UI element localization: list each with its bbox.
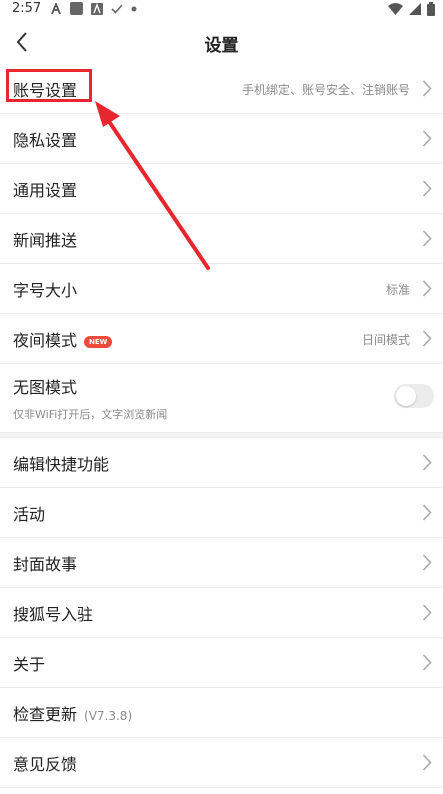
chevron-right-icon	[422, 504, 432, 521]
chevron-right-icon	[422, 554, 432, 571]
page-title: 设置	[204, 36, 239, 56]
signal-icon	[409, 3, 421, 15]
chevron-right-icon	[422, 130, 432, 147]
settings-row-label: 通用设置	[13, 181, 78, 200]
settings-row-feedback[interactable]: 意见反馈	[0, 738, 443, 788]
status-bar: 2:57	[0, 0, 443, 18]
settings-row-label: 封面故事	[13, 555, 78, 574]
chevron-right-icon	[422, 330, 432, 347]
settings-row-label: 隐私设置	[13, 131, 78, 150]
chevron-right-icon	[422, 80, 432, 97]
chevron-right-icon	[422, 454, 432, 471]
settings-row-label: 账号设置	[13, 81, 78, 100]
settings-row-night-mode[interactable]: 夜间模式 NEW 日间模式	[0, 314, 443, 364]
settings-row-label: 编辑快捷功能	[13, 455, 110, 474]
chevron-right-icon	[422, 754, 432, 771]
settings-row-news-push[interactable]: 新闻推送	[0, 214, 443, 264]
app-a-icon	[91, 2, 103, 15]
settings-row-label: 意见反馈	[13, 755, 78, 774]
chevron-right-icon	[422, 654, 432, 671]
battery-icon	[427, 2, 435, 16]
settings-row-about[interactable]: 关于	[0, 638, 443, 688]
wifi-icon	[388, 3, 403, 15]
settings-row-label: 无图模式	[13, 378, 78, 397]
settings-row-check-update[interactable]: 检查更新 (V7.3.8)	[0, 688, 443, 738]
settings-row-no-image: 无图模式 仅非WiFi打开后，文字浏览新闻	[0, 364, 443, 433]
status-icons-left	[50, 2, 137, 15]
version-text: (V7.3.8)	[84, 709, 133, 723]
settings-row-activity[interactable]: 活动	[0, 488, 443, 538]
settings-row-label: 关于	[13, 655, 46, 674]
status-icons-right	[388, 2, 435, 16]
nav-bar: 设置	[0, 22, 443, 64]
settings-row-cover-story[interactable]: 封面故事	[0, 538, 443, 588]
settings-row-hint: 日间模式	[361, 333, 410, 347]
settings-list: 账号设置 手机绑定、账号安全、注销账号 隐私设置 通用设置 新闻推送 字号大小 …	[0, 64, 443, 788]
settings-row-label: 新闻推送	[13, 231, 78, 250]
settings-row-hint: 手机绑定、账号安全、注销账号	[241, 83, 410, 97]
settings-row-general[interactable]: 通用设置	[0, 164, 443, 214]
app-square-icon	[70, 2, 83, 15]
status-time: 2:57	[12, 1, 42, 16]
settings-row-label: 检查更新 (V7.3.8)	[13, 701, 132, 725]
settings-row-label: 活动	[13, 505, 46, 524]
toggle-knob	[396, 386, 416, 406]
settings-row-privacy[interactable]: 隐私设置	[0, 114, 443, 164]
chevron-right-icon	[422, 180, 432, 197]
chevron-right-icon	[422, 604, 432, 621]
night-mode-label: 夜间模式	[13, 331, 78, 350]
settings-row-sohu-account[interactable]: 搜狐号入驻	[0, 588, 443, 638]
settings-row-hint: 标准	[385, 283, 410, 297]
check-icon	[111, 3, 123, 14]
settings-row-account[interactable]: 账号设置 手机绑定、账号安全、注销账号	[0, 64, 443, 114]
dot-icon	[131, 6, 137, 11]
settings-row-label: 搜狐号入驻	[13, 605, 94, 624]
settings-row-subtitle: 仅非WiFi打开后，文字浏览新闻	[13, 408, 168, 421]
settings-row-label: 夜间模式 NEW	[13, 327, 113, 351]
new-badge: NEW	[84, 336, 113, 348]
notification-a-icon	[51, 2, 61, 14]
settings-row-label: 字号大小	[13, 281, 78, 300]
settings-row-edit-shortcuts[interactable]: 编辑快捷功能	[0, 438, 443, 488]
check-update-label: 检查更新	[13, 705, 78, 724]
chevron-right-icon	[422, 230, 432, 247]
settings-row-font-size[interactable]: 字号大小 标准	[0, 264, 443, 314]
no-image-toggle[interactable]	[394, 384, 434, 408]
chevron-right-icon	[422, 280, 432, 297]
